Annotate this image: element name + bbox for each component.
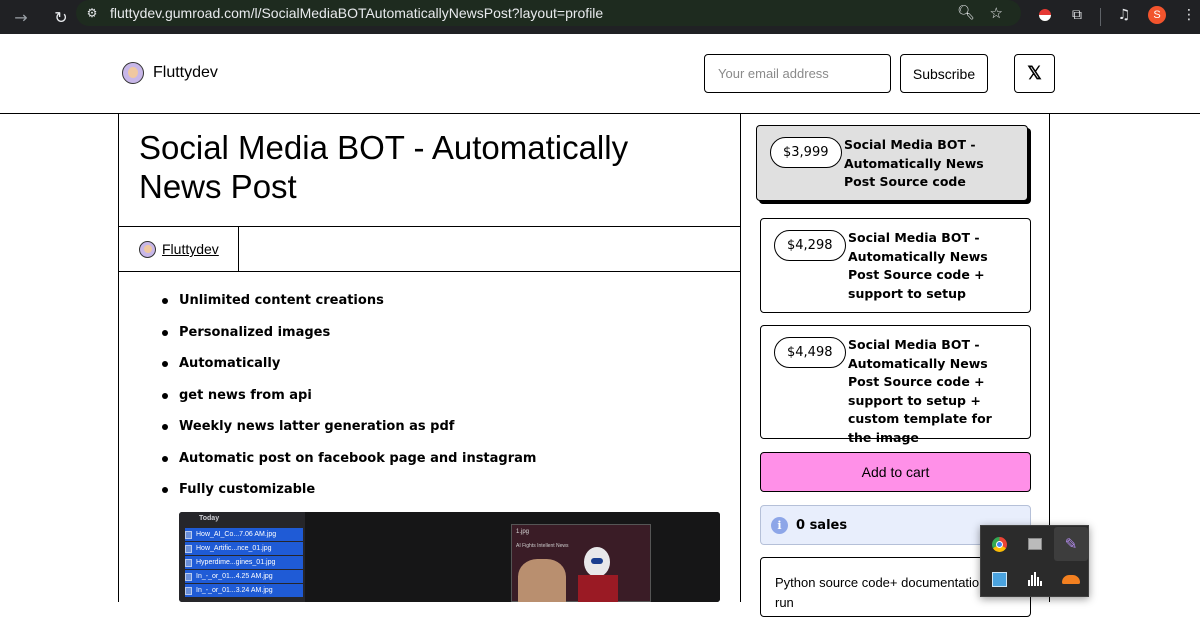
tier-name: Social Media BOT - Automatically News Po…	[848, 337, 992, 445]
image-caption: AI Fights Intellent News	[516, 543, 569, 549]
tier-option-3[interactable]: $4,498 Social Media BOT - Automatically …	[760, 325, 1031, 445]
robot-body-figure	[578, 575, 618, 602]
monitor-tray-icon[interactable]	[1018, 527, 1052, 561]
tier-name: Social Media BOT - Automatically News Po…	[848, 230, 988, 301]
file-row: How_Artific...nce_01.jpg	[185, 542, 303, 555]
network-tray-icon[interactable]	[982, 562, 1016, 596]
file-icon	[185, 544, 192, 553]
info-icon: i	[771, 516, 788, 534]
file-name: How_AI_Co...7.06 AM.jpg	[196, 531, 277, 538]
seller-avatar	[122, 62, 144, 84]
tier-price: $4,298	[774, 230, 846, 261]
email-input[interactable]	[704, 54, 891, 93]
feature-item: Automatic post on facebook page and inst…	[159, 450, 719, 482]
tier-price: $3,999	[770, 137, 842, 168]
seller-name-link[interactable]: Fluttydev	[162, 241, 219, 257]
image-viewer: 1.jpg AI Fights Intellent News	[305, 512, 720, 602]
add-to-cart-button[interactable]: Add to cart	[760, 452, 1031, 492]
file-row: How_AI_Co...7.06 AM.jpg	[185, 528, 303, 541]
title-section: Social Media BOT - Automatically News Po…	[119, 114, 740, 227]
tier-option-1[interactable]: $3,999 Social Media BOT - Automatically …	[756, 125, 1028, 201]
reload-icon[interactable]: ↻	[48, 4, 74, 30]
bookmark-star-icon[interactable]: ☆	[990, 4, 1003, 22]
sales-count: 0 sales	[796, 517, 848, 533]
feature-item: Automatically	[159, 355, 719, 387]
file-icon	[185, 530, 192, 539]
tier-option-2[interactable]: $4,298 Social Media BOT - Automatically …	[760, 218, 1031, 313]
profile-avatar-letter: S	[1148, 6, 1166, 24]
extensions-puzzle-icon[interactable]: ⧉	[1066, 4, 1088, 26]
chrome-tray-icon[interactable]	[982, 527, 1016, 561]
audio-bars-tray-icon[interactable]	[1018, 562, 1052, 596]
file-name: Hyperdime...gines_01.jpg	[196, 559, 276, 566]
seller-row: Fluttydev	[119, 227, 740, 272]
tier-price: $4,498	[774, 337, 846, 368]
file-name: In_-_or_01...4.25 AM.jpg	[196, 573, 273, 580]
file-icon	[185, 586, 192, 595]
today-label: Today	[199, 515, 220, 522]
seller-avatar-small	[139, 240, 156, 258]
feature-item: get news from api	[159, 387, 719, 419]
address-bar[interactable]: ⚙ fluttydev.gumroad.com/l/SocialMediaBOT…	[76, 0, 1021, 26]
browser-menu-icon[interactable]: ⋮	[1178, 4, 1200, 26]
product-title: Social Media BOT - Automatically News Po…	[139, 129, 629, 205]
tier-name: Social Media BOT - Automatically News Po…	[844, 137, 984, 189]
image-filename: 1.jpg	[516, 529, 530, 535]
file-row: Hyperdime...gines_01.jpg	[185, 556, 303, 569]
x-twitter-button[interactable]: 𝕏	[1014, 54, 1055, 93]
feather-tray-icon[interactable]: ✎	[1054, 527, 1088, 561]
pokeball-extension-icon[interactable]	[1034, 4, 1056, 26]
cloudflare-tray-icon[interactable]	[1054, 562, 1088, 596]
feature-list: Unlimited content creations Personalized…	[159, 292, 719, 513]
robot-head-figure	[584, 547, 610, 577]
seller-link[interactable]: Fluttydev	[119, 227, 239, 271]
news-post-thumbnail: 1.jpg AI Fights Intellent News	[511, 524, 651, 602]
back-arrow-icon[interactable]: →	[8, 4, 34, 30]
file-name: How_Artific...nce_01.jpg	[196, 545, 272, 552]
file-browser-panel: Today How_AI_Co...7.06 AM.jpg How_Artifi…	[179, 512, 305, 602]
product-preview-image: Today How_AI_Co...7.06 AM.jpg How_Artifi…	[179, 512, 720, 602]
feature-item: Unlimited content creations	[159, 292, 719, 324]
feature-item: Personalized images	[159, 324, 719, 356]
feature-item: Weekly news latter generation as pdf	[159, 418, 719, 450]
browser-toolbar: → ↻ ⚙ fluttydev.gumroad.com/l/SocialMedi…	[0, 0, 1200, 34]
site-header: Fluttydev Subscribe 𝕏	[0, 34, 1200, 114]
brand-name[interactable]: Fluttydev	[153, 64, 218, 82]
site-info-icon[interactable]: ⚙	[84, 5, 100, 21]
system-tray-popup: ✎	[980, 525, 1089, 597]
zoom-icon[interactable]: 🔍︎	[957, 5, 975, 21]
toolbar-divider	[1100, 8, 1101, 26]
brand[interactable]: Fluttydev	[122, 62, 218, 84]
url-text[interactable]: fluttydev.gumroad.com/l/SocialMediaBOTAu…	[110, 5, 603, 21]
feature-item: Fully customizable	[159, 481, 719, 513]
subscribe-button[interactable]: Subscribe	[900, 54, 988, 93]
person-figure	[518, 559, 566, 602]
file-icon	[185, 572, 192, 581]
profile-avatar[interactable]: S	[1146, 4, 1168, 26]
summary-text: Python source code+ documentation to run	[775, 575, 1001, 610]
file-row: In_-_or_01...3.24 AM.jpg	[185, 584, 303, 597]
product-page: Social Media BOT - Automatically News Po…	[118, 114, 1050, 617]
file-row: In_-_or_01...4.25 AM.jpg	[185, 570, 303, 583]
file-icon	[185, 558, 192, 567]
product-details: Social Media BOT - Automatically News Po…	[119, 114, 740, 602]
file-name: In_-_or_01...3.24 AM.jpg	[196, 587, 273, 594]
media-control-icon[interactable]: ♫	[1113, 4, 1135, 26]
